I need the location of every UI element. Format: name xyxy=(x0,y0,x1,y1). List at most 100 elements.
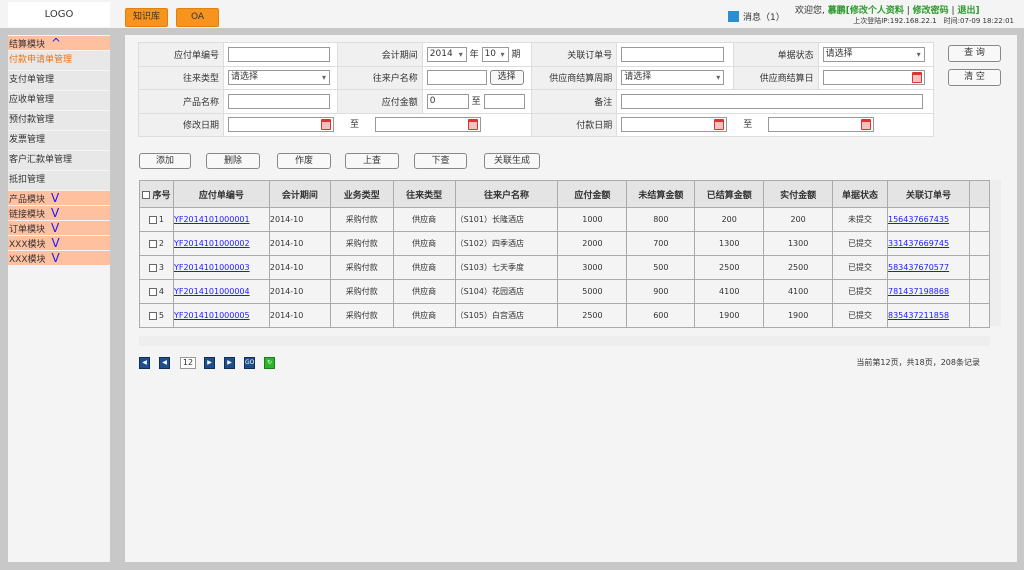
last-page-icon[interactable]: ▶ xyxy=(224,357,235,369)
table-row: 3 YF2014101000003 2014-10 采购付款 供应商 （S103）七天季度… xyxy=(139,255,991,280)
table-cell: 1900 xyxy=(694,303,765,328)
table-cell: 4 xyxy=(139,279,174,304)
calendar-icon[interactable] xyxy=(321,119,331,131)
vertical-scrollbar[interactable] xyxy=(990,180,1001,326)
sidebar-module[interactable]: 链接模块 V xyxy=(8,206,110,220)
calendar-icon[interactable] xyxy=(861,119,872,131)
chevron-down-icon[interactable]: V xyxy=(52,251,60,265)
related-order-input[interactable] xyxy=(621,46,725,62)
query-up-button[interactable]: 上查 xyxy=(345,153,399,169)
oa-button[interactable]: OA xyxy=(176,8,219,27)
sidebar-module[interactable]: XXX模块 V xyxy=(8,236,110,250)
welcome-text: 欢迎您, xyxy=(795,6,825,16)
prev-page-icon[interactable]: ◀ xyxy=(159,357,170,369)
table-cell: 200 xyxy=(694,207,765,232)
partner-name-input[interactable] xyxy=(426,70,487,86)
table-cell: 200 xyxy=(763,207,834,232)
delete-button[interactable]: 删除 xyxy=(206,153,260,169)
payable-no-link[interactable]: YF2014101000003 xyxy=(174,263,250,272)
product-name-input[interactable] xyxy=(228,93,330,109)
table-cell: 采购付款 xyxy=(329,279,394,304)
related-order-link[interactable]: 583437670577 xyxy=(888,263,949,272)
edit-profile-link[interactable]: [修改个人资料 xyxy=(846,6,904,16)
logout-link[interactable]: 退出] xyxy=(957,6,979,16)
horizontal-scrollbar[interactable] xyxy=(139,336,990,346)
chevron-up-icon[interactable]: ^ xyxy=(51,36,61,50)
modify-date-from[interactable] xyxy=(228,117,334,133)
remark-input[interactable] xyxy=(621,93,924,109)
sidebar-item[interactable]: 支付单管理 xyxy=(8,71,110,90)
add-button[interactable]: 添加 xyxy=(139,153,191,169)
go-button[interactable]: GO xyxy=(244,357,255,369)
related-order-link[interactable]: 781437198868 xyxy=(888,287,949,296)
chevron-down-icon[interactable]: V xyxy=(52,236,60,250)
row-checkbox[interactable] xyxy=(148,311,157,320)
cell-value: （S101）长隆酒店 xyxy=(455,215,524,224)
row-checkbox[interactable] xyxy=(148,215,157,224)
amount-to-input[interactable] xyxy=(483,93,525,109)
pay-date-from[interactable] xyxy=(621,117,728,133)
select-all-checkbox[interactable] xyxy=(142,191,151,199)
cell-value: 700 xyxy=(653,239,669,248)
partner-type-select[interactable]: 请选择 xyxy=(228,70,330,86)
clear-button[interactable]: 清 空 xyxy=(948,69,1001,86)
label-related-order: 关联订单号 xyxy=(531,42,618,67)
refresh-icon[interactable]: ↻ xyxy=(264,357,275,369)
table-cell: 600 xyxy=(626,303,696,328)
sidebar-item[interactable]: 付款申请单管理 xyxy=(8,51,110,70)
row-checkbox[interactable] xyxy=(148,239,157,248)
supplier-day-input[interactable] xyxy=(822,70,925,86)
label-modify-date: 修改日期 xyxy=(138,112,224,137)
payable-no-input[interactable] xyxy=(228,46,330,62)
related-order-link[interactable]: 331437669745 xyxy=(888,239,949,248)
chevron-down-icon[interactable]: V xyxy=(51,206,59,220)
supplier-cycle-select[interactable]: 请选择 xyxy=(621,70,725,86)
sidebar-item[interactable]: 客户汇款单管理 xyxy=(8,151,110,170)
payable-no-link[interactable]: YF2014101000002 xyxy=(174,239,250,248)
query-down-button[interactable]: 下查 xyxy=(414,153,467,169)
payable-no-link[interactable]: YF2014101000005 xyxy=(174,311,250,320)
sidebar-item-label: XXX模块 xyxy=(9,255,46,265)
first-page-icon[interactable]: ◀ xyxy=(139,357,150,369)
link-generate-button[interactable]: 关联生成 xyxy=(484,153,540,169)
sidebar-item[interactable]: 应收单管理 xyxy=(8,91,110,110)
sidebar-module[interactable]: 结算模块 ^ xyxy=(8,36,110,50)
column-header-label: 应付单编号 xyxy=(198,190,244,201)
period-month-select[interactable]: 10 xyxy=(481,46,509,62)
page-input[interactable]: 12 xyxy=(180,357,196,369)
chevron-down-icon[interactable]: V xyxy=(51,221,59,235)
calendar-icon[interactable] xyxy=(468,119,478,131)
user-name[interactable]: 慕鹏 xyxy=(828,6,846,16)
knowledge-base-button[interactable]: 知识库 xyxy=(125,8,168,27)
payable-no-link[interactable]: YF2014101000004 xyxy=(174,287,250,296)
doc-status-select[interactable]: 请选择 xyxy=(822,46,925,62)
next-page-icon[interactable]: ▶ xyxy=(204,357,215,369)
choose-button[interactable]: 选择 xyxy=(489,70,524,86)
row-checkbox[interactable] xyxy=(148,263,157,272)
void-button[interactable]: 作废 xyxy=(277,153,331,169)
period-year-select[interactable]: 2014 xyxy=(426,46,467,62)
related-order-link[interactable]: 156437667435 xyxy=(888,215,949,224)
sidebar-item-label: 链接模块 xyxy=(9,210,46,220)
column-header: 会计期间 xyxy=(268,180,331,208)
related-order-link[interactable]: 835437211858 xyxy=(888,311,949,320)
cell-value: 采购付款 xyxy=(345,215,378,224)
messages-link[interactable]: 消息（1） xyxy=(728,10,785,23)
table-cell xyxy=(968,255,991,280)
amount-from-input[interactable]: 0 xyxy=(426,93,469,109)
calendar-icon[interactable] xyxy=(714,119,725,131)
modify-date-to[interactable] xyxy=(375,117,481,133)
sidebar-module[interactable]: 订单模块 V xyxy=(8,221,110,235)
row-checkbox[interactable] xyxy=(148,287,157,296)
sidebar-module[interactable]: 产品模块 V xyxy=(8,191,110,205)
sidebar-item[interactable]: 预付款管理 xyxy=(8,111,110,130)
calendar-icon[interactable] xyxy=(911,72,922,84)
sidebar-module[interactable]: XXX模块 V xyxy=(8,251,110,265)
payable-no-link[interactable]: YF2014101000001 xyxy=(174,215,250,224)
query-button[interactable]: 查 询 xyxy=(948,45,1001,62)
edit-password-link[interactable]: 修改密码 xyxy=(913,6,949,16)
chevron-down-icon[interactable]: V xyxy=(51,191,59,205)
sidebar-item[interactable]: 抵扣管理 xyxy=(8,171,110,190)
sidebar-item[interactable]: 发票管理 xyxy=(8,131,110,150)
pay-date-to[interactable] xyxy=(768,117,875,133)
